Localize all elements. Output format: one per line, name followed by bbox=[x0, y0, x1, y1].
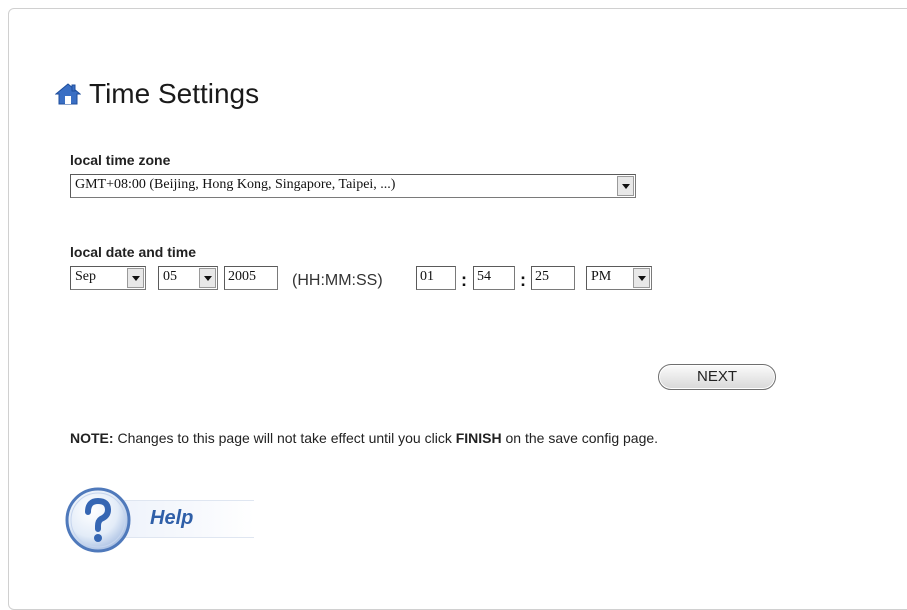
day-select[interactable]: 05 bbox=[158, 266, 218, 290]
note-prefix: NOTE: bbox=[70, 430, 114, 446]
timezone-select[interactable]: GMT+08:00 (Beijing, Hong Kong, Singapore… bbox=[70, 174, 636, 198]
timezone-selected-value: GMT+08:00 (Beijing, Hong Kong, Singapore… bbox=[75, 177, 396, 192]
note-body-1: Changes to this page will not take effec… bbox=[113, 430, 456, 446]
page-header: Time Settings bbox=[55, 78, 259, 110]
dropdown-arrow-icon[interactable] bbox=[127, 268, 144, 288]
time-separator: : bbox=[461, 270, 467, 290]
note-body-2: on the save config page. bbox=[501, 430, 659, 446]
dropdown-arrow-icon[interactable] bbox=[633, 268, 650, 288]
help-link[interactable]: Help bbox=[64, 486, 264, 558]
minute-input[interactable]: 54 bbox=[473, 266, 515, 290]
datetime-label: local date and time bbox=[70, 244, 197, 260]
help-label[interactable]: Help bbox=[150, 507, 193, 530]
next-button[interactable]: NEXT bbox=[658, 364, 776, 390]
timezone-label: local time zone bbox=[70, 152, 171, 168]
ampm-value: PM bbox=[591, 269, 612, 284]
dropdown-arrow-icon[interactable] bbox=[617, 176, 634, 196]
question-mark-icon[interactable] bbox=[64, 486, 132, 559]
note-emphasis: FINISH bbox=[455, 430, 502, 446]
ampm-select[interactable]: PM bbox=[586, 266, 652, 290]
month-select[interactable]: Sep bbox=[70, 266, 146, 290]
note-text: NOTE: Changes to this page will not take… bbox=[70, 430, 658, 446]
month-value: Sep bbox=[75, 269, 96, 284]
page-title: Time Settings bbox=[89, 78, 260, 109]
time-format-label: (HH:MM:SS) bbox=[292, 272, 383, 289]
year-input[interactable]: 2005 bbox=[224, 266, 278, 290]
day-value: 05 bbox=[163, 269, 177, 284]
hour-input[interactable]: 01 bbox=[416, 266, 456, 290]
time-separator: : bbox=[520, 270, 526, 290]
home-icon bbox=[55, 82, 81, 106]
second-input[interactable]: 25 bbox=[531, 266, 575, 290]
dropdown-arrow-icon[interactable] bbox=[199, 268, 216, 288]
